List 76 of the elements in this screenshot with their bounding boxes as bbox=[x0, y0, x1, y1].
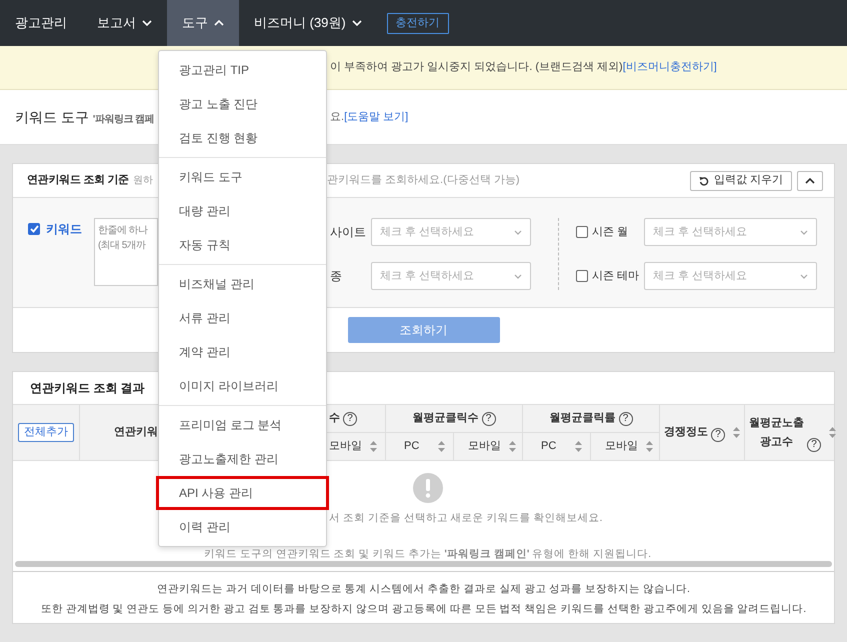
column-header: 월평균클릭률 bbox=[550, 411, 616, 426]
scrollbar[interactable] bbox=[15, 561, 832, 567]
panel-hint: 관키워드를 조회하세요.(다중선택 가능) bbox=[327, 173, 520, 188]
filter-label: 시즌 테마 bbox=[592, 268, 640, 284]
menu-item[interactable]: 검토 진행 현황 bbox=[159, 121, 326, 155]
column-header: 월평균노출 광고수 bbox=[749, 416, 804, 450]
menu-item[interactable]: 키워드 도구 bbox=[159, 160, 326, 194]
sort-icon bbox=[509, 441, 516, 452]
keyword-input[interactable]: 한줄에 하나 (최대 5개까 bbox=[94, 218, 158, 286]
panel-title: 연관키워드 조회 결과 bbox=[30, 380, 145, 397]
sort-icon bbox=[829, 427, 836, 438]
help-icon[interactable]: ? bbox=[618, 412, 632, 426]
column-header: 모바일 bbox=[605, 439, 638, 454]
filter-label: 사이트 bbox=[330, 224, 367, 241]
page-subtitle: '파워링크 캠페 bbox=[92, 112, 154, 126]
chevron-down-icon bbox=[800, 230, 808, 234]
menu-item[interactable]: 이미지 라이브러리 bbox=[159, 369, 326, 403]
checkbox[interactable] bbox=[576, 270, 588, 282]
chevron-down-icon bbox=[800, 274, 808, 278]
chevron-down-icon bbox=[514, 274, 522, 278]
menu-item[interactable]: 광고노출제한 관리 bbox=[159, 442, 326, 476]
empty-message: 서 조회 기준을 선택하고 새로운 키워드를 확인해보세요. bbox=[329, 511, 602, 526]
nav-tab[interactable]: 광고관리 bbox=[0, 0, 82, 46]
chevron-up-icon bbox=[805, 178, 815, 184]
chevron-down-icon bbox=[514, 230, 522, 234]
menu-item[interactable]: 광고관리 TIP bbox=[159, 53, 326, 87]
notice-text: 이 부족하여 광고가 일시중지 되었습니다. (브랜드검색 제외) bbox=[330, 60, 623, 76]
help-icon[interactable]: ? bbox=[807, 438, 821, 452]
panel-title: 연관키워드 조회 기준 bbox=[27, 173, 129, 188]
support-note: 키워드 도구의 연관키워드 조회 및 키워드 추가는 '파워링크 캠페인' 유형에 한해 지원됩니다. bbox=[204, 548, 651, 561]
sort-icon bbox=[646, 441, 653, 452]
column-header: PC bbox=[404, 439, 420, 454]
menu-item[interactable]: 광고 노출 진단 bbox=[159, 87, 326, 121]
column-header: 월평균클릭수 bbox=[412, 411, 478, 426]
help-link[interactable]: [도움말 보기] bbox=[344, 108, 408, 126]
disclaimer-text: 연관키워드는 과거 데이터를 바탕으로 통계 시스템에서 추출한 결과로 실제 광고 성과를 보장하지는 않습니다. bbox=[157, 582, 690, 597]
charge-link[interactable]: [비즈머니충전하기] bbox=[622, 59, 717, 76]
warning-icon bbox=[412, 473, 442, 503]
filter-label: 종 bbox=[330, 268, 343, 285]
column-header: 경쟁정도 bbox=[664, 425, 708, 440]
menu-item[interactable]: 자동 규칙 bbox=[159, 228, 326, 262]
sort-icon bbox=[370, 441, 377, 452]
nav-tab[interactable]: 비즈머니 (39원) bbox=[239, 0, 377, 46]
menu-item[interactable]: API 사용 관리 bbox=[156, 476, 329, 510]
help-icon[interactable]: ? bbox=[482, 412, 496, 426]
menu-item[interactable]: 비즈채널 관리 bbox=[159, 267, 326, 301]
sort-icon bbox=[438, 441, 445, 452]
collapse-button[interactable] bbox=[797, 170, 823, 190]
reset-button[interactable]: 입력값 지우기 bbox=[690, 170, 792, 190]
disclaimer-text: 또한 관계법령 및 연관도 등에 의거한 광고 검토 통과를 보장하지 않으며 광고등록에 따른 모든 법적 책임은 키워드를 선택한 광고주에게 있음을 알려드립니다. bbox=[40, 602, 806, 617]
column-header: 연관키워 bbox=[114, 425, 158, 440]
page-subtitle: 요. bbox=[330, 110, 344, 125]
keyword-label: 키워드 bbox=[46, 221, 82, 238]
help-icon[interactable]: ? bbox=[343, 412, 357, 426]
column-header: PC bbox=[541, 439, 556, 454]
menu-item[interactable]: 계약 관리 bbox=[159, 335, 326, 369]
checkbox[interactable] bbox=[576, 226, 588, 238]
help-icon[interactable]: ? bbox=[711, 428, 725, 442]
nav-tab[interactable]: 도구 bbox=[167, 0, 239, 46]
menu-item[interactable]: 프리미엄 로그 분석 bbox=[159, 408, 326, 442]
refresh-icon bbox=[698, 176, 709, 186]
menu-item[interactable]: 이력 관리 bbox=[159, 510, 326, 544]
panel-hint: 원하 bbox=[132, 174, 153, 188]
column-header: 수 bbox=[329, 411, 340, 426]
charge-button[interactable]: 충전하기 bbox=[386, 12, 449, 34]
filter-label: 시즌 월 bbox=[592, 224, 628, 240]
column-header: 모바일 bbox=[329, 439, 362, 454]
add-all-button[interactable]: 전체추가 bbox=[18, 423, 74, 442]
checkbox[interactable] bbox=[28, 223, 40, 235]
nav-tab[interactable]: 보고서 bbox=[82, 0, 167, 46]
menu-item[interactable]: 대량 관리 bbox=[159, 194, 326, 228]
sort-icon bbox=[733, 427, 740, 438]
column-header: 모바일 bbox=[468, 439, 501, 454]
menu-item[interactable]: 서류 관리 bbox=[159, 301, 326, 335]
sort-icon bbox=[575, 441, 582, 452]
page-title: 키워드 도구 bbox=[15, 108, 89, 126]
